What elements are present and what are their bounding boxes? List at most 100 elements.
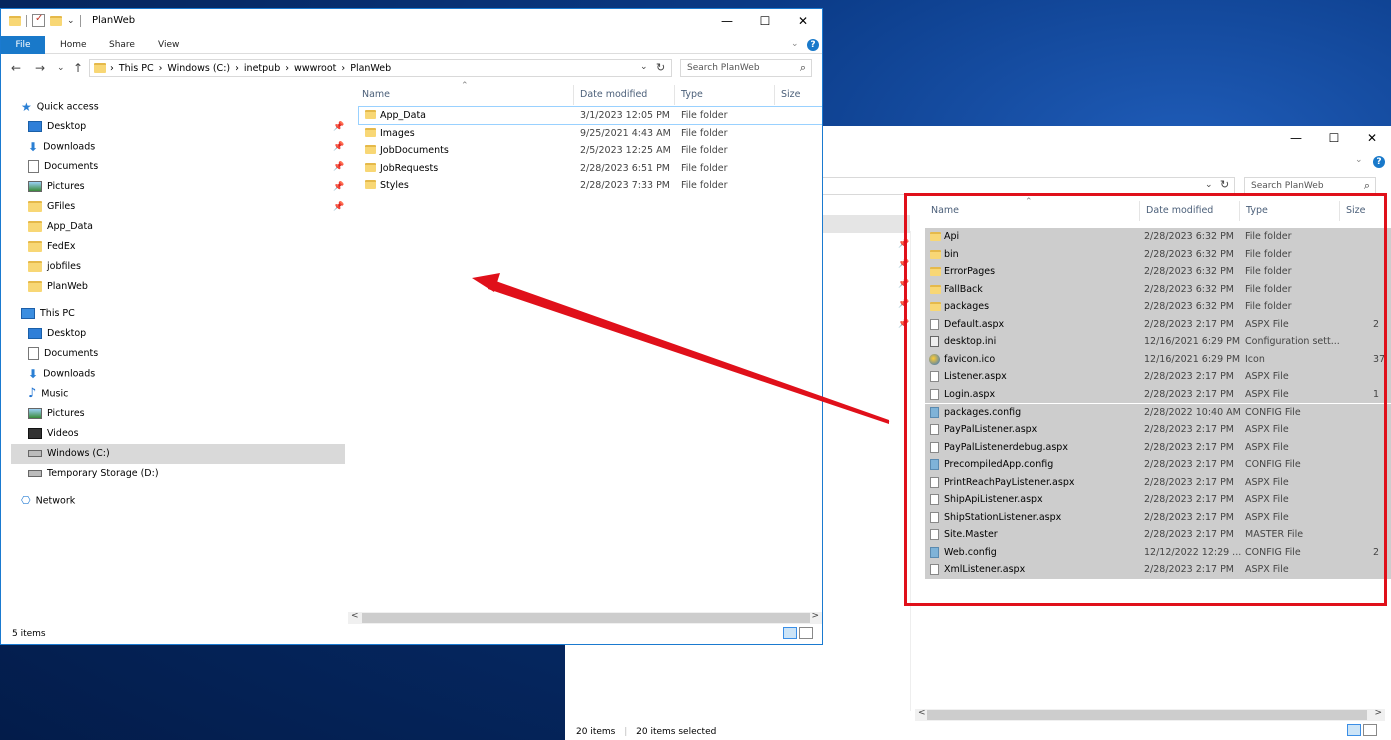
nav-pc-videos[interactable]: Videos bbox=[28, 424, 79, 444]
minimize-button[interactable]: — bbox=[708, 9, 746, 34]
ribbon-expand-icon[interactable]: ⌄ bbox=[1355, 155, 1363, 165]
ribbon-expand-icon[interactable]: ⌄ bbox=[791, 39, 799, 49]
file-row-selected[interactable]: ErrorPages 2/28/2023 6:32 PM File folder bbox=[925, 263, 1391, 281]
nav-pc-documents[interactable]: Documents bbox=[28, 344, 98, 364]
up-button[interactable]: ↑ bbox=[73, 61, 83, 75]
new-folder-icon[interactable] bbox=[50, 15, 62, 26]
file-row-selected[interactable]: Login.aspx 2/28/2023 2:17 PM ASPX File 1 bbox=[925, 385, 1391, 404]
nav-pc-temp-storage[interactable]: Temporary Storage (D:) bbox=[28, 464, 159, 484]
title-bar[interactable]: ⌄ PlanWeb — ☐ ✕ bbox=[1, 9, 822, 34]
breadcrumb-separator[interactable]: › bbox=[341, 63, 345, 74]
tab-home[interactable]: Home bbox=[60, 36, 87, 54]
file-row-selected[interactable]: PayPalListenerdebug.aspx 2/28/2023 2:17 P… bbox=[925, 438, 1391, 457]
nav-pc-windows-drive[interactable]: Windows (C:) bbox=[11, 444, 345, 464]
file-row[interactable]: Images 9/25/2021 4:43 AM File folder bbox=[359, 125, 822, 142]
column-type[interactable]: Type bbox=[675, 85, 775, 105]
nav-quick-pictures[interactable]: Pictures bbox=[28, 177, 85, 197]
pin-icon[interactable]: 📌 bbox=[333, 122, 344, 132]
breadcrumb-separator[interactable]: › bbox=[235, 63, 239, 74]
tab-file[interactable]: File bbox=[1, 36, 45, 54]
file-row-selected[interactable]: Default.aspx 2/28/2023 2:17 PM ASPX File 2 bbox=[925, 315, 1391, 334]
file-row[interactable]: JobDocuments 2/5/2023 12:25 AM File folder bbox=[359, 142, 822, 159]
help-icon[interactable]: ? bbox=[1373, 156, 1385, 168]
file-row-selected[interactable]: Web.config 12/12/2022 12:29 ... CONFIG Fil… bbox=[925, 543, 1391, 562]
recent-locations-button[interactable]: ⌄ bbox=[57, 63, 65, 73]
file-row-selected[interactable]: desktop.ini 12/16/2021 6:29 PM Configurati… bbox=[925, 333, 1391, 351]
pin-icon[interactable]: 📌 bbox=[333, 162, 344, 172]
nav-pc-pictures[interactable]: Pictures bbox=[28, 404, 85, 424]
help-icon[interactable]: ? bbox=[807, 39, 819, 51]
address-dropdown-icon[interactable]: ⌄ bbox=[1205, 180, 1213, 190]
column-type[interactable]: Type bbox=[1240, 201, 1340, 221]
file-row-selected[interactable]: packages 2/28/2023 6:32 PM File folder bbox=[925, 298, 1391, 316]
scrollbar-thumb[interactable] bbox=[927, 710, 1367, 720]
breadcrumb-item[interactable]: inetpub bbox=[244, 63, 280, 74]
close-button[interactable]: ✕ bbox=[1353, 126, 1391, 151]
scroll-left-icon[interactable]: < bbox=[351, 611, 359, 621]
file-row-selected[interactable]: PayPalListener.aspx 2/28/2023 2:17 PM ASPX… bbox=[925, 421, 1391, 439]
search-input[interactable]: Search PlanWeb ⌕ bbox=[680, 59, 812, 77]
tab-share[interactable]: Share bbox=[109, 36, 135, 54]
file-row-selected[interactable]: PrintReachPayListener.aspx 2/28/2023 2:17… bbox=[925, 473, 1391, 492]
file-row[interactable]: JobRequests 2/28/2023 6:51 PM File folder bbox=[359, 160, 822, 177]
nav-pc-downloads[interactable]: ⬇ Downloads bbox=[28, 364, 95, 384]
pin-icon[interactable]: 📌 bbox=[333, 142, 344, 152]
minimize-button[interactable]: — bbox=[1277, 126, 1315, 151]
scroll-right-icon[interactable]: > bbox=[1374, 708, 1382, 718]
breadcrumb-separator[interactable]: › bbox=[285, 63, 289, 74]
column-size[interactable]: Size bbox=[775, 85, 822, 105]
file-row-selected[interactable]: XmlListener.aspx 2/28/2023 2:17 PM ASPX Fi… bbox=[925, 561, 1391, 579]
file-row-selected[interactable]: FallBack 2/28/2023 6:32 PM File folder bbox=[925, 280, 1391, 299]
file-list[interactable]: Name ⌃ Date modified Type Size Api 2/28/2… bbox=[925, 197, 1391, 706]
column-date-modified[interactable]: Date modified bbox=[574, 85, 675, 105]
refresh-icon[interactable]: ↻ bbox=[1220, 178, 1229, 191]
file-row-selected[interactable]: packages.config 2/28/2022 10:40 AM CONFIG … bbox=[925, 403, 1391, 421]
nav-quick-app-data[interactable]: App_Data bbox=[28, 217, 93, 237]
nav-quick-fedex[interactable]: FedEx bbox=[28, 237, 75, 257]
navigation-pane[interactable]: ★ Quick access Desktop ⬇ Downloads Documen… bbox=[1, 95, 347, 615]
details-view-icon[interactable] bbox=[783, 627, 797, 639]
file-row-selected[interactable]: Site.Master 2/28/2023 2:17 PM MASTER File bbox=[925, 526, 1391, 544]
nav-quick-planweb[interactable]: PlanWeb bbox=[28, 277, 88, 297]
horizontal-scrollbar[interactable]: < > bbox=[348, 611, 822, 624]
column-size[interactable]: Size bbox=[1340, 201, 1391, 221]
address-dropdown-icon[interactable]: ⌄ bbox=[640, 62, 648, 72]
nav-pc-desktop[interactable]: Desktop bbox=[28, 324, 86, 344]
nav-network[interactable]: ⎔ Network bbox=[21, 491, 75, 511]
nav-pc-music[interactable]: ♪ Music bbox=[28, 384, 68, 404]
breadcrumb-item[interactable]: wwwroot bbox=[294, 63, 336, 74]
search-input[interactable]: Search PlanWeb ⌕ bbox=[1244, 177, 1376, 195]
nav-quick-access[interactable]: ★ Quick access bbox=[21, 97, 99, 117]
scroll-right-icon[interactable]: > bbox=[811, 611, 819, 621]
pin-icon[interactable]: 📌 bbox=[333, 202, 344, 212]
file-row-selected[interactable]: bin 2/28/2023 6:32 PM File folder bbox=[925, 245, 1391, 264]
file-list[interactable]: Name ⌃ Date modified Type Size App_Data 3… bbox=[348, 81, 822, 617]
explorer-window[interactable]: ⌄ PlanWeb — ☐ ✕ File Home Share View ⌄ ?… bbox=[0, 8, 823, 645]
properties-icon[interactable] bbox=[32, 13, 45, 27]
details-view-icon[interactable] bbox=[1347, 724, 1361, 736]
nav-this-pc[interactable]: This PC bbox=[21, 304, 75, 324]
file-row[interactable]: App_Data 3/1/2023 12:05 PM File folder bbox=[358, 106, 822, 125]
breadcrumb-separator[interactable]: › bbox=[159, 63, 163, 74]
file-row-selected[interactable]: PrecompiledApp.config 2/28/2023 2:17 PM CO… bbox=[925, 456, 1391, 474]
file-row-selected[interactable]: Api 2/28/2023 6:32 PM File folder bbox=[925, 228, 1391, 246]
file-row[interactable]: Styles 2/28/2023 7:33 PM File folder bbox=[359, 177, 822, 194]
scrollbar-thumb[interactable] bbox=[362, 613, 810, 623]
address-bar[interactable]: › This PC › Windows (C:) › inetpub › wwwroot › Pl… bbox=[89, 59, 672, 77]
breadcrumb-separator[interactable]: › bbox=[110, 63, 114, 74]
close-button[interactable]: ✕ bbox=[784, 9, 822, 34]
nav-quick-desktop[interactable]: Desktop bbox=[28, 117, 86, 137]
breadcrumb-item[interactable]: Windows (C:) bbox=[167, 63, 230, 74]
file-row-selected[interactable]: favicon.ico 12/16/2021 6:29 PM Icon 37 bbox=[925, 350, 1391, 369]
tab-view[interactable]: View bbox=[158, 36, 179, 54]
scroll-left-icon[interactable]: < bbox=[918, 708, 926, 718]
nav-quick-gfiles[interactable]: GFiles bbox=[28, 197, 75, 217]
breadcrumb-item[interactable]: This PC bbox=[119, 63, 154, 74]
file-row-selected[interactable]: ShipStationListener.aspx 2/28/2023 2:17 P… bbox=[925, 508, 1391, 527]
pin-icon[interactable]: 📌 bbox=[333, 182, 344, 192]
breadcrumb-item[interactable]: PlanWeb bbox=[350, 63, 391, 74]
maximize-button[interactable]: ☐ bbox=[746, 9, 784, 34]
nav-quick-jobfiles[interactable]: jobfiles bbox=[28, 257, 81, 277]
nav-selected-row[interactable] bbox=[820, 215, 910, 233]
maximize-button[interactable]: ☐ bbox=[1315, 126, 1353, 151]
